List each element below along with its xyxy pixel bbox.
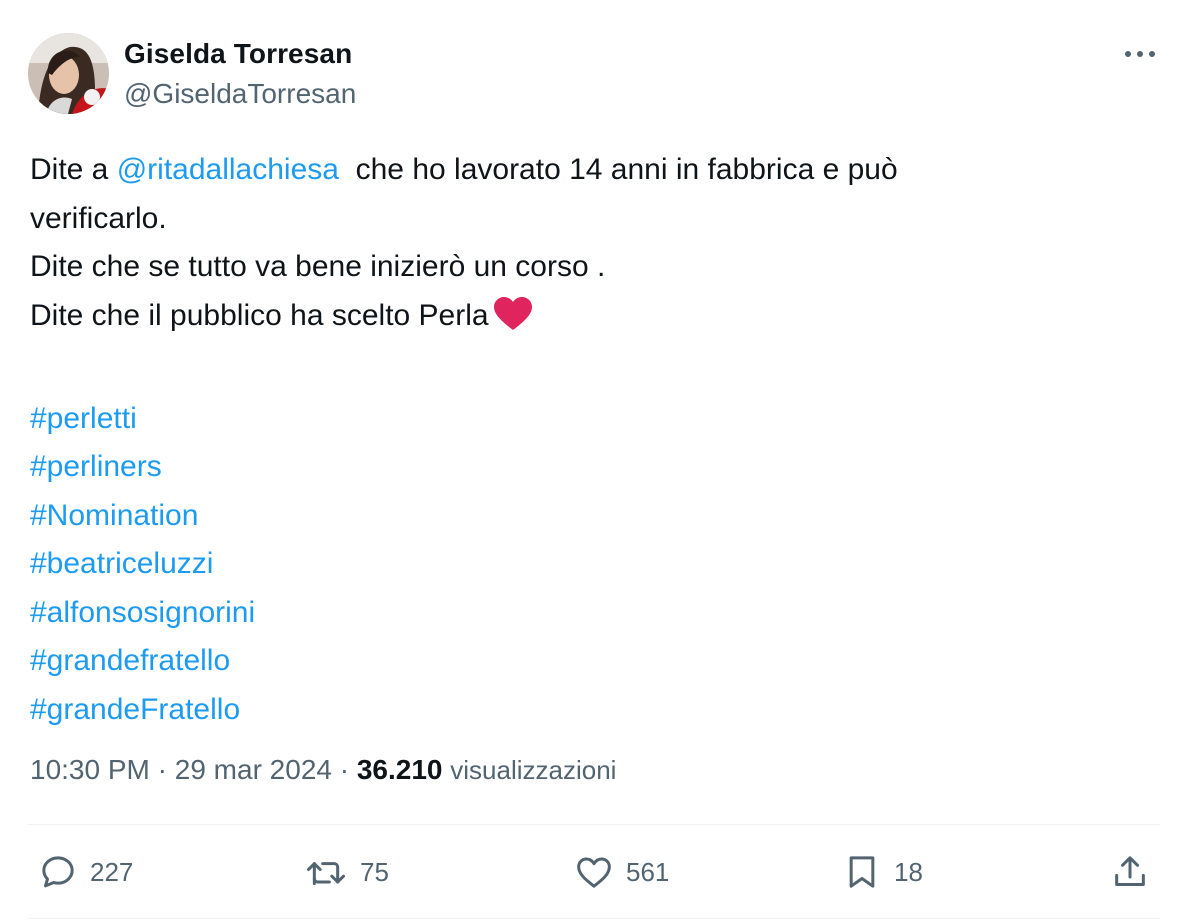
- share-button[interactable]: [1110, 850, 1150, 894]
- hashtag-link[interactable]: #grandefratello: [30, 637, 1150, 686]
- tweet-line-4-text: Dite che il pubblico ha scelto Perla: [30, 298, 489, 332]
- tweet-date[interactable]: 29 mar 2024: [175, 754, 332, 785]
- hashtag-link[interactable]: #alfonsosignorini: [30, 589, 1150, 638]
- retweet-icon: [307, 862, 345, 886]
- meta-separator: ·: [331, 754, 357, 785]
- more-options-button[interactable]: [1118, 44, 1162, 64]
- tweet-line-2: verificarlo.: [30, 201, 167, 235]
- reply-button[interactable]: 227: [38, 850, 133, 894]
- like-count: 561: [626, 856, 670, 887]
- hashtag-link[interactable]: #perliners: [30, 443, 1150, 492]
- views-label: visualizzazioni: [450, 755, 617, 785]
- author-handle[interactable]: @GiseldaTorresan: [124, 78, 356, 110]
- retweet-count: 75: [360, 856, 389, 887]
- tweet-text-prefix: Dite a: [30, 153, 117, 186]
- divider: [28, 824, 1160, 825]
- avatar-image: [28, 33, 109, 114]
- like-button[interactable]: 561: [574, 850, 669, 894]
- tweet-line-1: Dite a @ritadallachiesa che ho lavorato …: [30, 146, 1150, 195]
- divider: [28, 918, 1160, 919]
- views-count: 36.210: [356, 754, 443, 785]
- hashtag-link[interactable]: #Nomination: [30, 492, 1150, 541]
- retweet-button[interactable]: 75: [304, 850, 389, 894]
- hashtag-link[interactable]: #beatriceluzzi: [30, 540, 1150, 589]
- tweet-line-3: Dite che se tutto va bene inizierò un co…: [30, 250, 606, 283]
- bookmark-icon: [849, 856, 875, 888]
- tweet-text: Dite a @ritadallachiesa che ho lavorato …: [30, 146, 1150, 734]
- hashtag-link[interactable]: #grandeFratello: [30, 686, 1150, 735]
- bookmark-count: 18: [894, 856, 923, 887]
- meta-separator: ·: [149, 754, 175, 785]
- tweet-meta: 10:30 PM · 29 mar 2024 · 36.210 visualiz…: [30, 754, 616, 786]
- more-horizontal-icon: [1125, 51, 1155, 57]
- heart-outline-icon: [577, 857, 611, 888]
- reply-count: 227: [90, 856, 134, 887]
- mention-link[interactable]: @ritadallachiesa: [117, 153, 339, 186]
- tweet-text-suffix: che ho lavorato 14 anni in fabbrica e pu…: [338, 153, 898, 186]
- bookmark-button[interactable]: 18: [842, 850, 923, 894]
- reply-icon: [42, 856, 74, 888]
- hashtag-link[interactable]: #perletti: [30, 395, 1150, 444]
- red-heart-emoji-icon: [493, 296, 533, 347]
- tweet-line-4: Dite che il pubblico ha scelto Perla: [30, 292, 1150, 347]
- tweet-card: Giselda Torresan @GiseldaTorresan Dite a…: [0, 0, 1200, 922]
- tweet-time[interactable]: 10:30 PM: [30, 754, 150, 785]
- avatar[interactable]: [28, 33, 109, 114]
- share-icon: [1115, 856, 1145, 886]
- author-display-name[interactable]: Giselda Torresan: [124, 38, 352, 70]
